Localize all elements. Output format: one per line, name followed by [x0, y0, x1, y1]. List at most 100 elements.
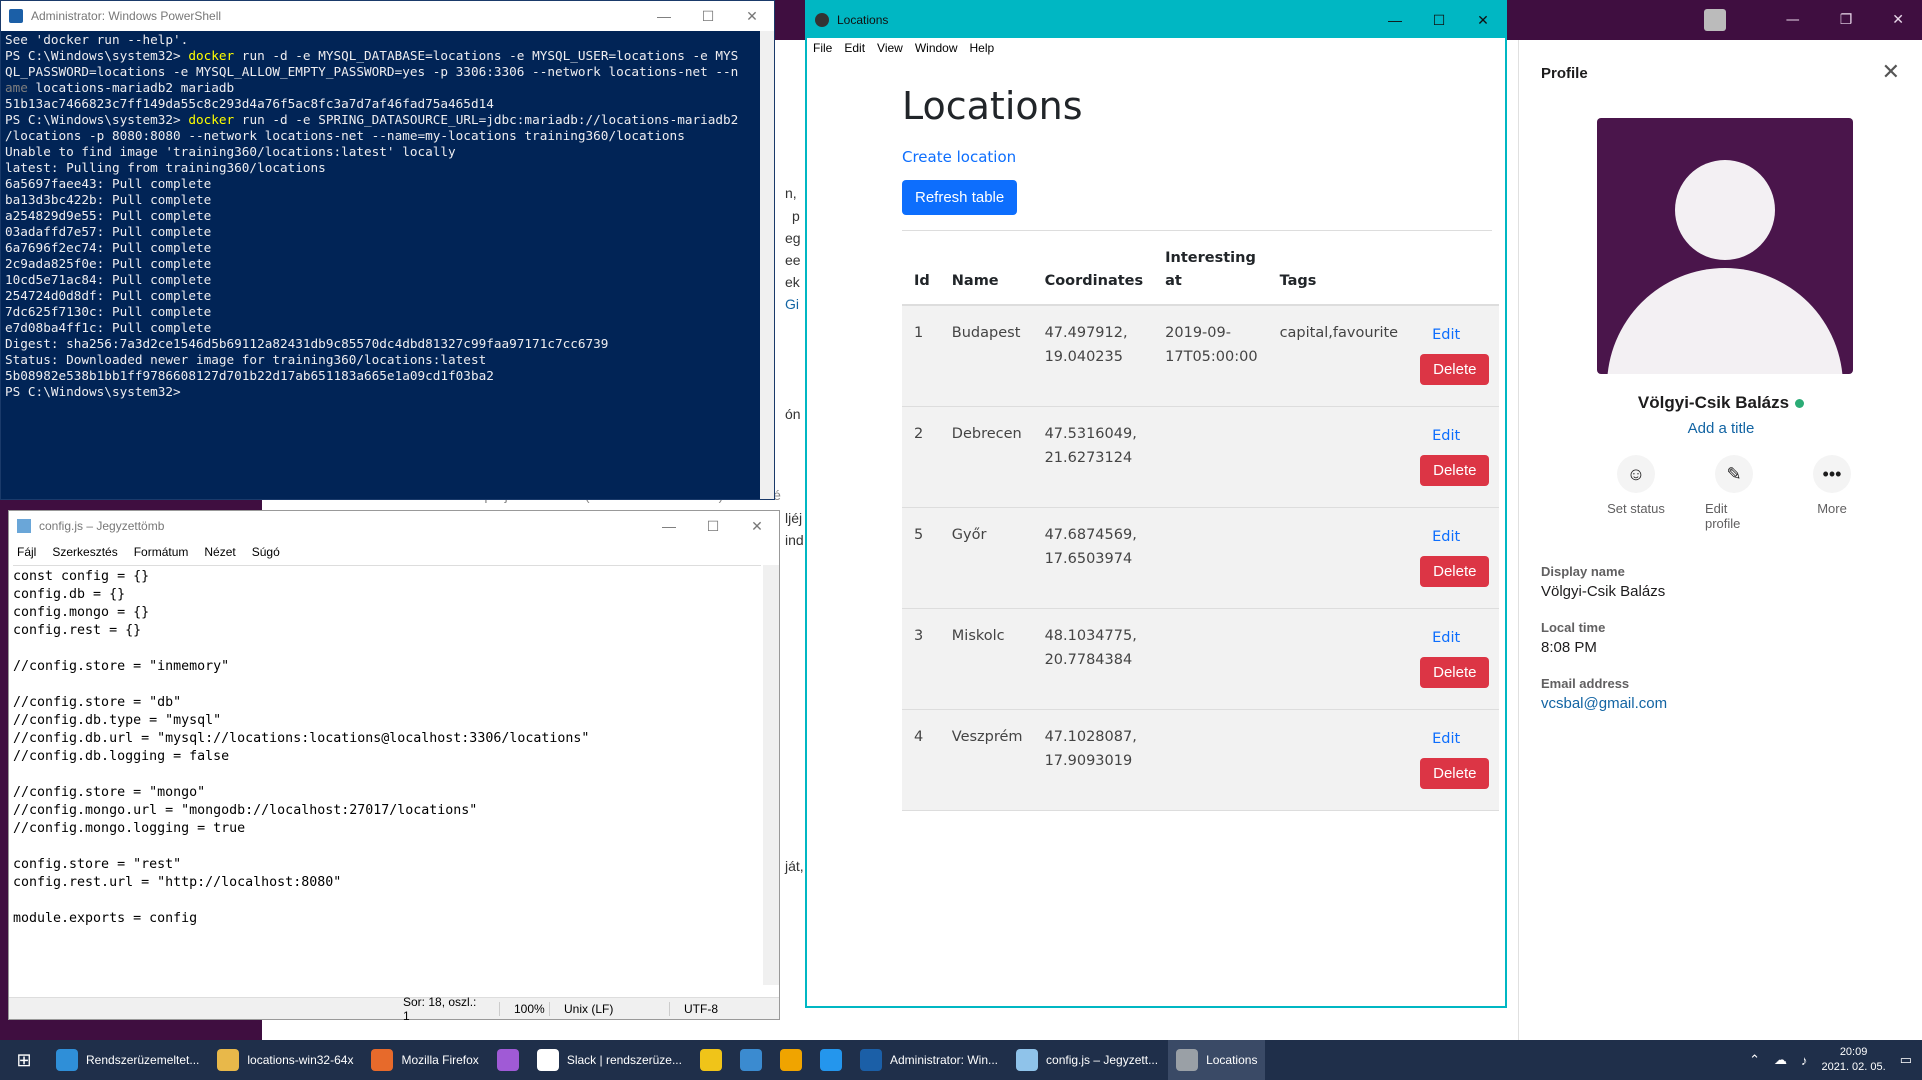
vertical-scrollbar[interactable] — [763, 565, 779, 985]
create-location-link[interactable]: Create location — [902, 148, 1492, 166]
menu-view[interactable]: View — [877, 41, 903, 55]
maximize-button[interactable]: ☐ — [686, 8, 730, 25]
profile-name: Völgyi-Csik Balázs — [1519, 393, 1922, 413]
edit-link[interactable]: Edit — [1432, 728, 1460, 752]
delete-button[interactable]: Delete — [1420, 656, 1490, 688]
windows-start-icon[interactable]: ⊞ — [0, 1040, 48, 1080]
set-status-button[interactable]: ☺ Set status — [1607, 455, 1665, 531]
taskbar-item[interactable]: Slack | rendszerüze... — [529, 1040, 690, 1080]
taskbar-items: Rendszerüzemeltet... locations-win32-64x M… — [48, 1040, 1267, 1080]
menu-bar: File Edit View Window Help — [807, 38, 1505, 58]
console-line: 2c9ada825f0e: Pull complete — [5, 256, 212, 271]
menu-file[interactable]: File — [813, 41, 832, 55]
cell-name: Veszprém — [939, 709, 1033, 811]
powershell-titlebar[interactable]: Administrator: Windows PowerShell — ☐ ✕ — [1, 1, 774, 31]
taskbar-item[interactable]: Mozilla Firefox — [363, 1040, 486, 1080]
divider — [902, 230, 1492, 231]
edit-link[interactable]: Edit — [1432, 425, 1460, 449]
column-header-tags: Tags — [1267, 239, 1409, 307]
close-icon[interactable]: ✕ — [1882, 62, 1900, 84]
avatar[interactable] — [1703, 9, 1726, 31]
minimize-button[interactable]: — — [642, 8, 686, 24]
encoding: UTF-8 — [669, 1001, 779, 1016]
vertical-scrollbar[interactable] — [760, 31, 774, 499]
notepad-icon — [1016, 1049, 1039, 1071]
table-row: 2 Debrecen 47.5316049, 21.6273124 Edit Delete — [902, 406, 1500, 508]
cell-interesting-at — [1153, 406, 1268, 508]
taskbar-item[interactable] — [772, 1040, 810, 1080]
messenger-icon — [496, 1049, 519, 1071]
taskbar-item[interactable]: locations-win32-64x — [209, 1040, 361, 1080]
close-button[interactable]: ✕ — [1461, 12, 1505, 29]
taskbar-item[interactable] — [812, 1040, 850, 1080]
minimize-icon[interactable]: — — [1786, 12, 1800, 28]
profile-title: Profile — [1541, 64, 1588, 82]
more-button[interactable]: ••• More — [1803, 455, 1861, 531]
email-label: Email address — [1541, 676, 1630, 691]
chevron-up-icon[interactable]: ⌃ — [1749, 1052, 1760, 1068]
locations-titlebar[interactable]: Locations — ☐ ✕ — [807, 2, 1505, 38]
table-header-row: Id Name Coordinates Interesting at Tags — [902, 239, 1500, 307]
minimize-button[interactable]: — — [1373, 12, 1417, 28]
add-title-link[interactable]: Add a title — [1519, 420, 1922, 437]
notifications-icon[interactable]: ▭ — [1900, 1052, 1912, 1068]
taskbar-item[interactable] — [489, 1040, 527, 1080]
network-icon[interactable]: ☁ — [1774, 1052, 1787, 1068]
taskbar-item[interactable] — [732, 1040, 770, 1080]
menu-help[interactable]: Súgó — [252, 545, 280, 559]
table-row: 5 Győr 47.6874569, 17.6503974 Edit Delete — [902, 507, 1500, 609]
zoom-level: 100% — [499, 1001, 549, 1016]
volume-icon[interactable]: ♪ — [1801, 1053, 1808, 1068]
app-icon-3 — [779, 1049, 802, 1071]
delete-button[interactable]: Delete — [1420, 757, 1490, 789]
menu-help[interactable]: Help — [970, 41, 995, 55]
notepad-icon — [17, 519, 31, 533]
console-line: ame locations-mariadb2 mariadb — [5, 80, 235, 95]
profile-header: Profile ✕ — [1541, 62, 1900, 84]
maximize-button[interactable]: ☐ — [1417, 12, 1461, 29]
locations-window: Locations — ☐ ✕ File Edit View Window He… — [805, 0, 1507, 1008]
text-editor[interactable]: const config = {} config.db = {} config.… — [13, 565, 761, 985]
taskbar-item[interactable]: Locations — [1168, 1040, 1266, 1080]
delete-button[interactable]: Delete — [1420, 454, 1490, 486]
maximize-button[interactable]: ☐ — [691, 518, 735, 535]
clock[interactable]: 20:09 2021. 02. 05. — [1821, 1045, 1885, 1075]
console-output[interactable]: See 'docker run --help'. PS C:\Windows\sy… — [5, 32, 765, 498]
menu-window[interactable]: Window — [915, 41, 958, 55]
close-button[interactable]: ✕ — [730, 8, 774, 25]
notepad-titlebar[interactable]: config.js – Jegyzettömb — ☐ ✕ — [9, 511, 779, 541]
delete-button[interactable]: Delete — [1420, 354, 1490, 386]
taskbar-item-label: Mozilla Firefox — [401, 1053, 479, 1067]
edit-profile-button[interactable]: ✎ Edit profile — [1705, 455, 1763, 531]
cell-id: 5 — [902, 507, 940, 609]
taskbar-item-label: Administrator: Win... — [889, 1053, 999, 1067]
close-icon[interactable]: ✕ — [1892, 12, 1904, 28]
delete-button[interactable]: Delete — [1420, 555, 1490, 587]
minimize-button[interactable]: — — [647, 518, 691, 534]
refresh-table-button[interactable]: Refresh table — [902, 180, 1018, 215]
set-status-label: Set status — [1607, 501, 1665, 516]
taskbar-item[interactable]: Administrator: Win... — [852, 1040, 1006, 1080]
system-tray: ⌃ ☁ ♪ 20:09 2021. 02. 05. ▭ — [1749, 1040, 1912, 1080]
taskbar-item[interactable]: config.js – Jegyzett... — [1008, 1040, 1166, 1080]
email-link[interactable]: vcsbal@gmail.com — [1541, 695, 1667, 712]
column-header-actions — [1408, 239, 1500, 307]
restore-icon[interactable]: ❐ — [1840, 12, 1853, 28]
edit-link[interactable]: Edit — [1432, 324, 1460, 348]
profile-photo[interactable] — [1597, 118, 1853, 374]
menu-edit[interactable]: Edit — [844, 41, 865, 55]
menu-edit[interactable]: Szerkesztés — [52, 545, 117, 559]
menu-file[interactable]: Fájl — [17, 545, 36, 559]
menu-view[interactable]: Nézet — [204, 545, 235, 559]
edit-link[interactable]: Edit — [1432, 526, 1460, 550]
bg-text-fragment: ek — [785, 274, 800, 290]
local-time-value: 8:08 PM — [1541, 639, 1597, 656]
menu-format[interactable]: Formátum — [134, 545, 189, 559]
display-name-field: Display name Völgyi-Csik Balázs — [1541, 564, 1665, 600]
taskbar-item[interactable] — [692, 1040, 730, 1080]
console-line: 5b08982e538b1bb1ff9786608127d701b22d17ab… — [5, 368, 494, 383]
edit-link[interactable]: Edit — [1432, 627, 1460, 651]
folder-icon — [217, 1049, 240, 1071]
close-button[interactable]: ✕ — [735, 518, 779, 535]
taskbar-item[interactable]: Rendszerüzemeltet... — [48, 1040, 207, 1080]
